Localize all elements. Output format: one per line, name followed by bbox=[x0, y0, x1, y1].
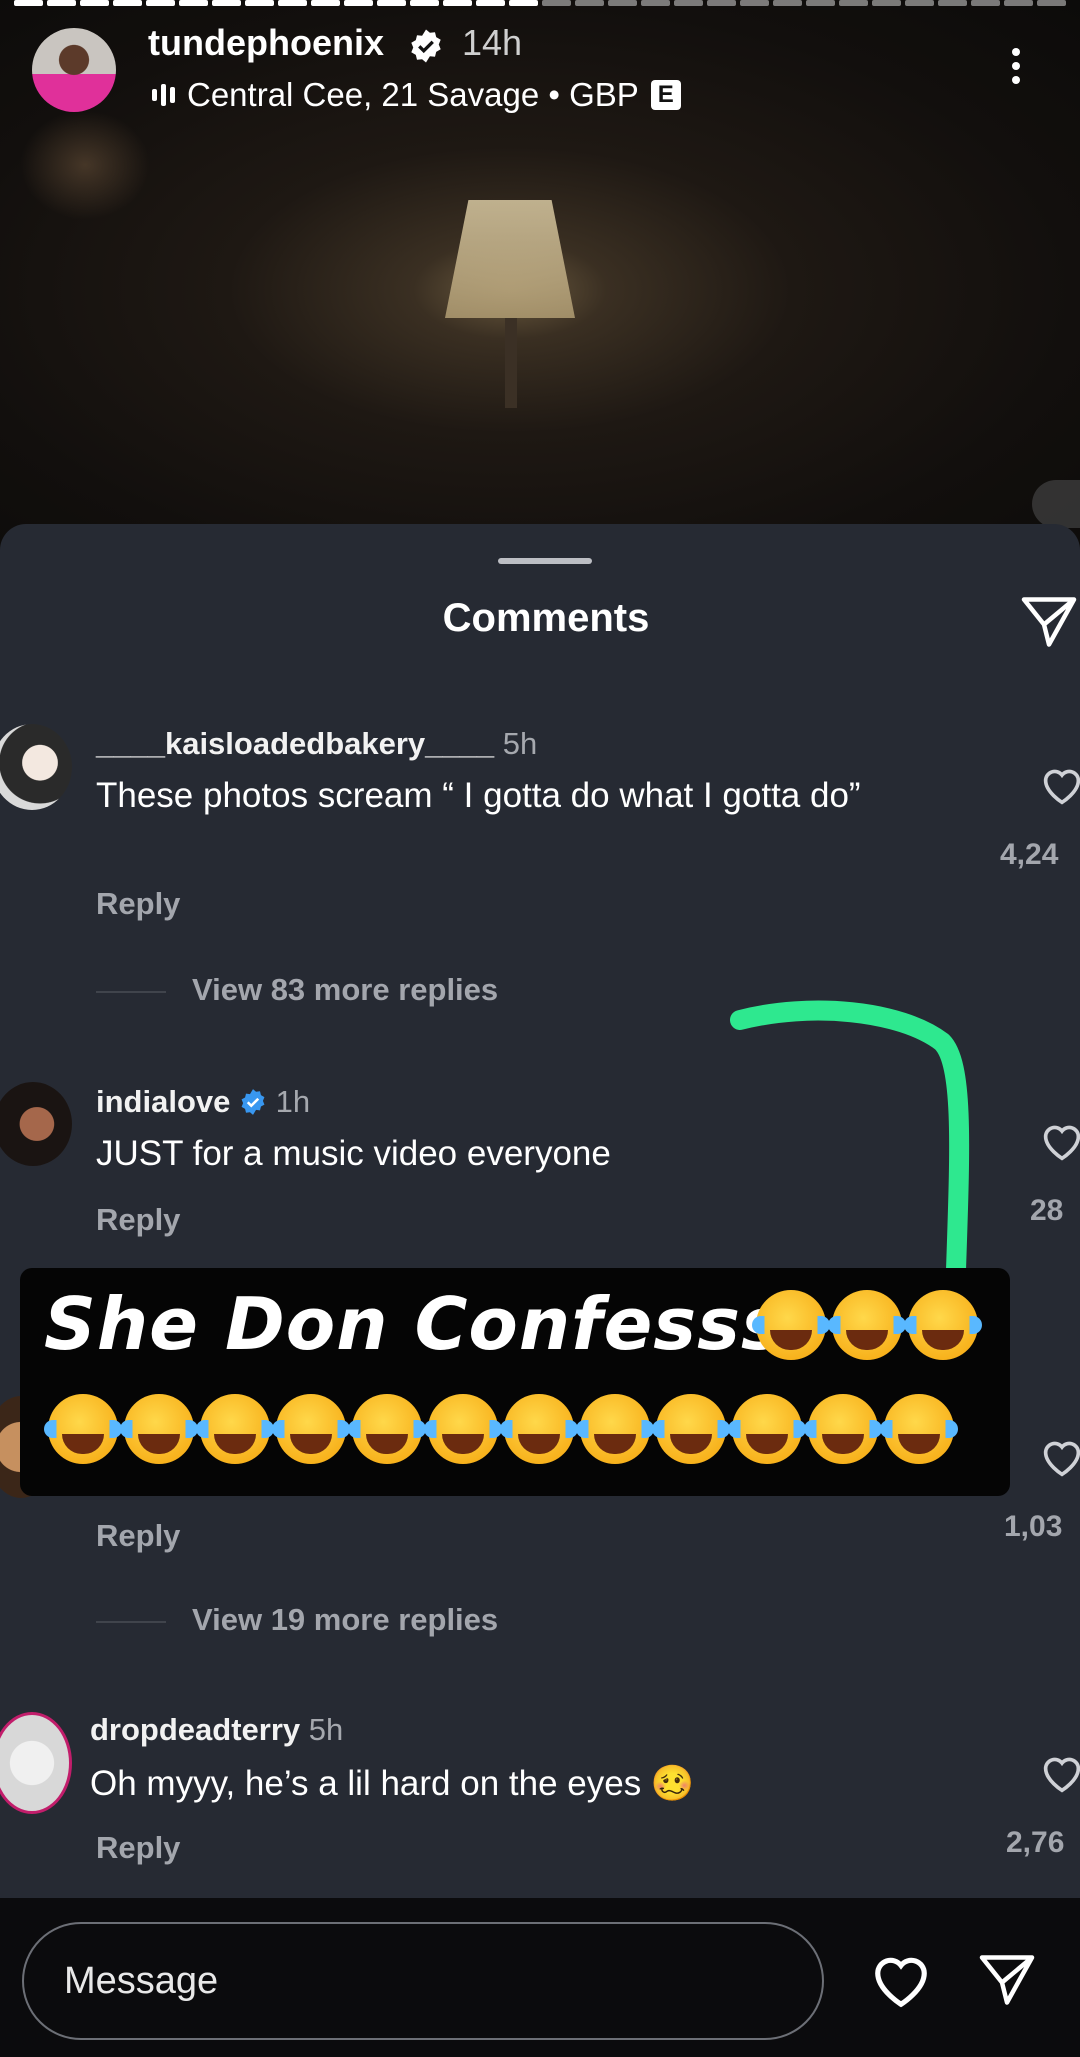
verified-badge-icon bbox=[241, 1089, 265, 1115]
tears-of-joy-emoji-icon bbox=[752, 1290, 830, 1360]
comment-time: 5h bbox=[502, 726, 538, 761]
reply-button[interactable]: Reply bbox=[96, 1518, 180, 1554]
like-count: 1,03 bbox=[1004, 1510, 1063, 1543]
reply-button[interactable]: Reply bbox=[96, 886, 180, 922]
tears-of-joy-emoji-icon bbox=[196, 1394, 274, 1464]
annotation-arrow bbox=[730, 1000, 970, 1280]
lamp-shade bbox=[445, 200, 575, 318]
caption-text: She Don Confesss bbox=[44, 1282, 785, 1366]
like-story-heart-icon[interactable] bbox=[870, 1952, 932, 2010]
explicit-badge: E bbox=[650, 80, 681, 110]
comment-time: 5h bbox=[308, 1712, 344, 1747]
tears-of-joy-emoji-icon bbox=[904, 1290, 982, 1360]
comment-username[interactable]: indialove 1h bbox=[96, 1084, 310, 1120]
tears-of-joy-emoji-icon bbox=[272, 1394, 350, 1464]
view-more-replies[interactable]: View 19 more replies bbox=[96, 1602, 498, 1638]
story-username[interactable]: tundephoenix bbox=[148, 22, 384, 64]
comment-text: These photos scream “ I gotta do what I … bbox=[96, 776, 861, 815]
reply-button[interactable]: Reply bbox=[96, 1830, 180, 1866]
like-count: 28 bbox=[1030, 1194, 1064, 1227]
mute-icon[interactable] bbox=[1032, 480, 1080, 528]
tears-of-joy-emoji-icon bbox=[120, 1394, 198, 1464]
music-label: Central Cee, 21 Savage • GBP bbox=[187, 76, 639, 113]
tears-of-joy-emoji-icon bbox=[728, 1394, 806, 1464]
like-heart-icon[interactable] bbox=[1040, 1754, 1080, 1794]
tears-of-joy-emoji-icon bbox=[880, 1394, 958, 1464]
audio-bars-icon bbox=[152, 84, 175, 106]
comment-text: Oh myyy, he’s a lil hard on the eyes 🥴 bbox=[90, 1764, 695, 1803]
tears-of-joy-emoji-icon bbox=[424, 1394, 502, 1464]
tears-of-joy-emoji-icon bbox=[576, 1394, 654, 1464]
sheet-drag-handle[interactable] bbox=[498, 558, 592, 564]
lamp-stem bbox=[505, 318, 517, 408]
emoji-row-top bbox=[752, 1290, 982, 1360]
music-info[interactable]: Central Cee, 21 Savage • GBP E bbox=[152, 76, 681, 114]
tears-of-joy-emoji-icon bbox=[44, 1394, 122, 1464]
story-header: tundephoenix 14h Central Cee, 21 Savage … bbox=[0, 0, 1080, 140]
share-icon[interactable] bbox=[1018, 592, 1080, 652]
emoji-row-bottom bbox=[44, 1394, 958, 1464]
tears-of-joy-emoji-icon bbox=[804, 1394, 882, 1464]
like-heart-icon[interactable] bbox=[1040, 1438, 1080, 1478]
more-options-icon[interactable] bbox=[1004, 44, 1028, 92]
tears-of-joy-emoji-icon bbox=[348, 1394, 426, 1464]
verified-badge-icon bbox=[411, 29, 441, 63]
comment-username[interactable]: dropdeadterry 5h bbox=[90, 1712, 343, 1748]
like-count: 2,76 bbox=[1006, 1826, 1065, 1859]
message-input[interactable] bbox=[22, 1922, 824, 2040]
view-more-replies[interactable]: View 83 more replies bbox=[96, 972, 498, 1008]
comment-username[interactable]: ____kaisloadedbakery____ 5h bbox=[96, 726, 537, 762]
like-heart-icon[interactable] bbox=[1040, 766, 1080, 806]
like-heart-icon[interactable] bbox=[1040, 1122, 1080, 1162]
send-icon[interactable] bbox=[976, 1950, 1038, 2010]
tears-of-joy-emoji-icon bbox=[828, 1290, 906, 1360]
like-count: 4,24 bbox=[1000, 838, 1059, 871]
tears-of-joy-emoji-icon bbox=[652, 1394, 730, 1464]
reply-button[interactable]: Reply bbox=[96, 1202, 180, 1238]
avatar[interactable] bbox=[32, 28, 116, 112]
tears-of-joy-emoji-icon bbox=[500, 1394, 578, 1464]
comment-time: 1h bbox=[275, 1084, 311, 1119]
story-time: 14h bbox=[462, 22, 523, 63]
comments-title: Comments bbox=[442, 596, 650, 640]
